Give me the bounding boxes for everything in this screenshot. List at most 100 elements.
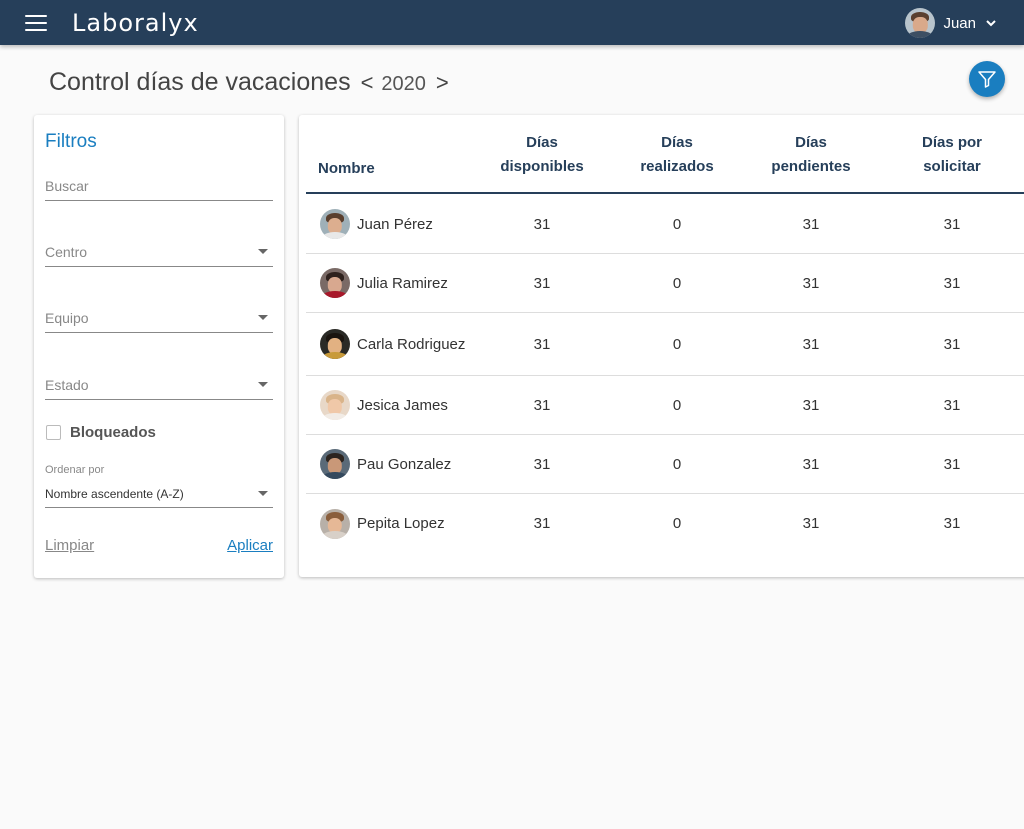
cell-to-request: 31 — [943, 335, 961, 353]
blocked-checkbox-row[interactable]: Bloqueados — [46, 424, 156, 441]
column-header-pending-text: Días pendientes — [771, 131, 850, 179]
employee-avatar — [320, 209, 350, 239]
cell-to-request: 31 — [943, 274, 961, 292]
employee-name: Jesica James — [357, 396, 448, 414]
cell-done: 0 — [672, 515, 682, 532]
user-menu[interactable]: Juan — [905, 8, 996, 38]
cell-available: 31 — [533, 215, 551, 233]
centro-placeholder: Centro — [45, 244, 88, 260]
cell-name: Jesica James — [306, 376, 474, 434]
hamburger-menu-icon[interactable] — [25, 14, 47, 31]
column-header-pending[interactable]: Días pendientes — [744, 115, 878, 194]
order-by-label: Ordenar por — [45, 464, 105, 476]
year-value: 2020 — [381, 73, 426, 95]
cell-pending: 31 — [802, 455, 820, 473]
cell-done: 0 — [672, 396, 682, 414]
search-input[interactable]: Buscar — [45, 175, 273, 201]
column-header-to-request[interactable]: Días por solicitar — [878, 115, 1024, 194]
page-title: Control días de vacaciones — [49, 68, 351, 96]
cell-name: Julia Ramirez — [306, 254, 474, 312]
employee-avatar — [320, 449, 350, 479]
column-header-done-line-1: Días — [661, 133, 693, 151]
filter-funnel-icon — [978, 71, 996, 88]
column-header-name-text: Nombre — [318, 160, 375, 177]
user-name: Juan — [943, 14, 976, 32]
employee-avatar — [320, 390, 350, 420]
column-header-done-line-2: realizados — [640, 157, 714, 175]
cell-done: 0 — [672, 274, 682, 292]
equipo-select[interactable]: Equipo — [45, 307, 273, 333]
employee-avatar — [320, 508, 350, 539]
order-by-value: Nombre ascendente (A-Z) — [45, 487, 184, 501]
cell-done: 0 — [672, 455, 682, 473]
employee-name: Pau Gonzalez — [357, 455, 452, 473]
top-app-bar: Laboralyx Juan — [0, 0, 1024, 45]
column-header-to-request-line-1: Días por — [921, 133, 982, 151]
table-header: Nombre Días disponibles Días realizados … — [306, 115, 1024, 194]
caret-down-icon — [258, 249, 268, 254]
blocked-label: Bloqueados — [70, 424, 156, 441]
filter-toggle-button[interactable] — [969, 61, 1005, 97]
employee-name: Julia Ramirez — [357, 274, 448, 292]
estado-select[interactable]: Estado — [45, 374, 273, 400]
column-header-name[interactable]: Nombre — [318, 115, 468, 194]
column-header-done-text: Días realizados — [640, 131, 713, 179]
page-header: Control días de vacaciones < 2020 > — [49, 68, 449, 98]
app-brand-logo: Laboralyx — [72, 8, 199, 37]
order-by-select[interactable]: Nombre ascendente (A-Z) — [45, 482, 273, 508]
cell-pending: 31 — [802, 215, 820, 233]
column-header-pending-line-2: pendientes — [771, 157, 851, 175]
estado-placeholder: Estado — [45, 377, 89, 393]
column-header-done[interactable]: Días realizados — [610, 115, 744, 194]
apply-filters-button[interactable]: Aplicar — [227, 537, 273, 554]
cell-to-request: 31 — [943, 455, 961, 473]
column-header-available[interactable]: Días disponibles — [474, 115, 610, 194]
table-row[interactable]: Pau Gonzalez 31 0 31 31 — [306, 435, 1024, 494]
chevron-down-icon — [986, 20, 996, 27]
employee-name: Juan Pérez — [357, 215, 433, 233]
employee-name: Pepita Lopez — [357, 515, 445, 532]
caret-down-icon — [258, 382, 268, 387]
table-row[interactable]: Juan Pérez 31 0 31 31 — [306, 195, 1024, 254]
cell-pending: 31 — [802, 335, 820, 353]
employee-name: Carla Rodriguez — [357, 335, 466, 353]
cell-pending: 31 — [802, 515, 820, 532]
caret-down-icon — [258, 315, 268, 320]
centro-select[interactable]: Centro — [45, 241, 273, 267]
cell-to-request: 31 — [943, 396, 961, 414]
table-row[interactable]: Pepita Lopez 31 0 31 31 — [306, 494, 1024, 553]
employee-avatar — [320, 268, 350, 298]
column-header-pending-line-1: Días — [795, 133, 827, 151]
filters-panel: Filtros Buscar Centro Equipo Estado Bloq… — [34, 115, 284, 578]
search-placeholder: Buscar — [45, 178, 89, 194]
blocked-checkbox[interactable] — [46, 425, 61, 440]
filters-title: Filtros — [45, 131, 97, 152]
cell-to-request: 31 — [943, 215, 961, 233]
cell-to-request: 31 — [943, 515, 961, 532]
clear-filters-button[interactable]: Limpiar — [45, 537, 94, 554]
cell-name: Juan Pérez — [306, 195, 474, 253]
cell-done: 0 — [672, 215, 682, 233]
cell-name: Pau Gonzalez — [306, 435, 474, 493]
cell-available: 31 — [533, 396, 551, 414]
cell-available: 31 — [533, 455, 551, 473]
cell-available: 31 — [533, 274, 551, 292]
cell-name: Pepita Lopez — [306, 494, 474, 553]
column-header-available-line-1: Días — [526, 133, 558, 151]
table-row[interactable]: Jesica James 31 0 31 31 — [306, 376, 1024, 435]
cell-available: 31 — [533, 515, 551, 532]
table-row[interactable]: Julia Ramirez 31 0 31 31 — [306, 254, 1024, 313]
cell-available: 31 — [533, 335, 551, 353]
previous-year-button[interactable]: < — [361, 70, 374, 96]
column-header-to-request-text: Días por solicitar — [922, 131, 982, 179]
table-row[interactable]: Carla Rodriguez 31 0 31 31 — [306, 313, 1024, 376]
cell-done: 0 — [672, 335, 682, 353]
caret-down-icon — [258, 491, 268, 496]
cell-pending: 31 — [802, 396, 820, 414]
equipo-placeholder: Equipo — [45, 310, 89, 326]
column-header-available-text: Días disponibles — [500, 131, 583, 179]
column-header-to-request-line-2: solicitar — [923, 157, 981, 175]
column-header-available-line-2: disponibles — [500, 157, 584, 175]
next-year-button[interactable]: > — [436, 70, 449, 96]
vacation-table: Nombre Días disponibles Días realizados … — [299, 115, 1024, 577]
